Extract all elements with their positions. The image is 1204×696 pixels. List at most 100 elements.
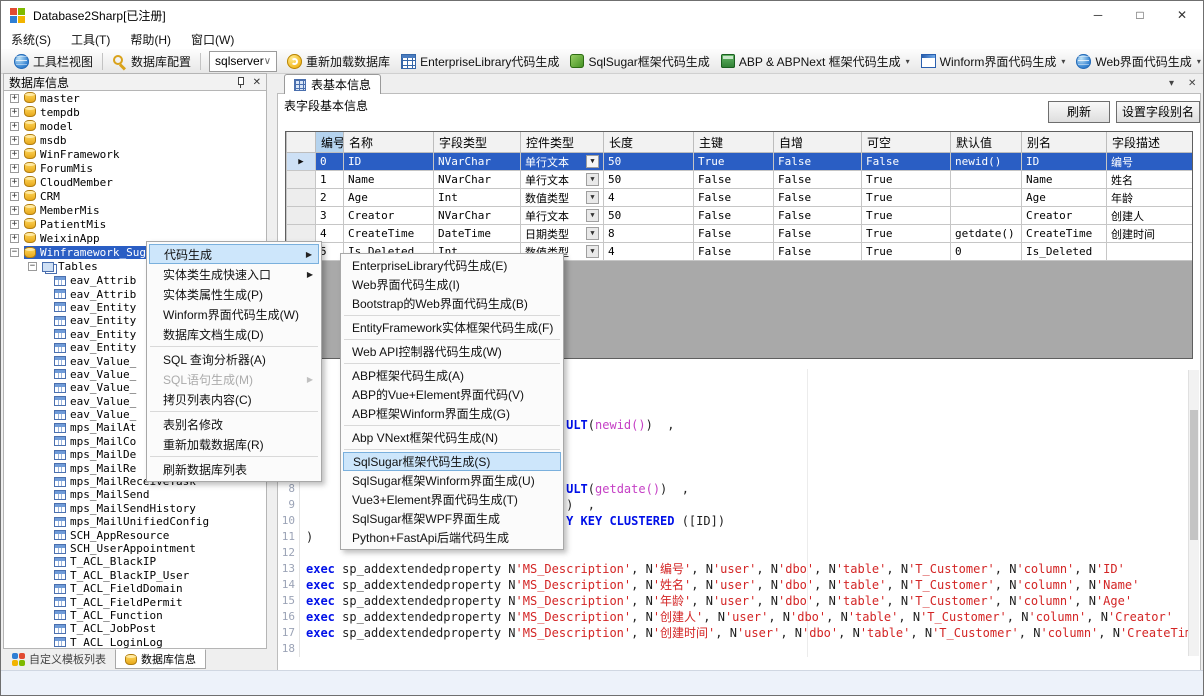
expand-toggle[interactable]: + — [10, 234, 19, 243]
menubar-item[interactable]: 系统(S) — [1, 29, 61, 49]
grid-cell[interactable]: NVarChar — [434, 153, 521, 171]
grid-cell[interactable]: False — [862, 153, 951, 171]
grid-cell[interactable]: 4 — [604, 243, 694, 261]
grid-cell[interactable]: 1 — [316, 171, 344, 189]
row-selector[interactable]: ▶ — [287, 153, 316, 171]
grid-cell[interactable]: 0 — [951, 243, 1022, 261]
combo-dropdown-icon[interactable]: ▼ — [586, 245, 599, 258]
tree-item-table[interactable]: mps_MailSend — [4, 488, 266, 501]
grid-column-header[interactable]: 主键 — [694, 132, 774, 153]
context-menu-item[interactable]: 刷新数据库列表 — [149, 459, 319, 479]
grid-cell[interactable]: False — [774, 171, 862, 189]
grid-cell[interactable] — [1107, 243, 1194, 261]
combo-dropdown-icon[interactable]: ▼ — [586, 173, 599, 186]
context-menu-item[interactable]: 拷贝列表内容(C) — [149, 389, 319, 409]
grid-cell[interactable]: True — [694, 153, 774, 171]
expand-toggle[interactable]: + — [10, 192, 19, 201]
grid-cell[interactable]: Creator — [344, 207, 434, 225]
grid-cell[interactable]: True — [862, 243, 951, 261]
grid-cell[interactable]: 创建人 — [1107, 207, 1194, 225]
submenu-item[interactable]: ABP框架Winform界面生成(G) — [343, 404, 561, 423]
expand-toggle[interactable]: + — [10, 136, 19, 145]
grid-cell[interactable]: ID — [344, 153, 434, 171]
tree-item-table[interactable]: T_ACL_Function — [4, 609, 266, 622]
toolbar-button[interactable]: Web界面代码生成▾ — [1071, 51, 1204, 72]
combo-dropdown-icon[interactable]: ▼ — [586, 209, 599, 222]
grid-cell[interactable]: 单行文本▼ — [521, 207, 604, 225]
doc-tabs-close-icon[interactable]: ✕ — [1188, 78, 1196, 89]
context-menu-item[interactable]: 实体类属性生成(P) — [149, 284, 319, 304]
grid-cell[interactable]: NVarChar — [434, 207, 521, 225]
grid-column-header[interactable]: 编号 — [316, 132, 344, 153]
grid-cell[interactable]: True — [862, 189, 951, 207]
grid-cell[interactable]: Name — [1022, 171, 1107, 189]
grid-cell[interactable]: Age — [1022, 189, 1107, 207]
menubar-item[interactable]: 窗口(W) — [181, 29, 244, 49]
toolbar-button[interactable]: SqlSugar框架代码生成 — [565, 51, 714, 72]
tree-item-table[interactable]: T_ACL_FieldDomain — [4, 582, 266, 595]
grid-column-header[interactable]: 字段描述 — [1107, 132, 1194, 153]
grid-cell[interactable]: DateTime — [434, 225, 521, 243]
grid-cell[interactable]: 编号 — [1107, 153, 1194, 171]
scrollbar-thumb[interactable] — [1190, 410, 1198, 540]
grid-cell[interactable]: 单行文本▼ — [521, 171, 604, 189]
expand-toggle[interactable]: + — [10, 206, 19, 215]
expand-toggle[interactable]: + — [10, 108, 19, 117]
submenu-item[interactable]: SqlSugar框架Winform界面生成(U) — [343, 471, 561, 490]
grid-cell[interactable]: False — [774, 225, 862, 243]
context-menu-item[interactable]: 表别名修改 — [149, 414, 319, 434]
context-menu-item[interactable]: SQL 查询分析器(A) — [149, 349, 319, 369]
row-selector[interactable] — [287, 189, 316, 207]
submenu-item[interactable]: Web API控制器代码生成(W) — [343, 342, 561, 361]
grid-cell[interactable]: newid() — [951, 153, 1022, 171]
toolbar-button[interactable]: EnterpriseLibrary代码生成 — [396, 51, 564, 72]
toolbar-button[interactable]: 工具栏视图 — [9, 51, 98, 72]
collapse-toggle[interactable]: − — [28, 262, 37, 271]
grid-cell[interactable]: Creator — [1022, 207, 1107, 225]
expand-toggle[interactable]: + — [10, 164, 19, 173]
set-field-alias-button[interactable]: 设置字段别名 — [1116, 101, 1200, 123]
grid-cell[interactable]: 4 — [316, 225, 344, 243]
context-menu-item[interactable]: Winform界面代码生成(W) — [149, 304, 319, 324]
toolbar-button[interactable]: 数据库配置 — [107, 51, 196, 72]
context-menu-item[interactable]: SQL语句生成(M)▶ — [149, 369, 319, 389]
context-menu-item[interactable]: 代码生成▶ — [149, 244, 319, 264]
collapse-toggle[interactable]: − — [10, 248, 19, 257]
expand-toggle[interactable]: + — [10, 94, 19, 103]
pin-icon[interactable] — [236, 77, 245, 88]
submenu-item[interactable]: Bootstrap的Web界面代码生成(B) — [343, 294, 561, 313]
grid-cell[interactable]: getdate() — [951, 225, 1022, 243]
context-menu-item[interactable]: 数据库文档生成(D) — [149, 324, 319, 344]
grid-cell[interactable]: Name — [344, 171, 434, 189]
row-selector[interactable] — [287, 207, 316, 225]
grid-cell[interactable]: 2 — [316, 189, 344, 207]
grid-cell[interactable]: 50 — [604, 153, 694, 171]
minimize-icon[interactable]: ─ — [1077, 1, 1119, 29]
tree-item-table[interactable]: SCH_UserAppointment — [4, 542, 266, 555]
grid-cell[interactable] — [951, 171, 1022, 189]
tree-item-table[interactable]: T_ACL_LoginLog — [4, 636, 266, 649]
grid-cell[interactable]: ID — [1022, 153, 1107, 171]
submenu-item[interactable]: ABP框架代码生成(A) — [343, 366, 561, 385]
grid-column-header[interactable]: 字段类型 — [434, 132, 521, 153]
grid-column-header[interactable]: 长度 — [604, 132, 694, 153]
doc-tabs-dropdown-icon[interactable]: ▾ — [1169, 78, 1174, 89]
panel-tab[interactable]: 数据库信息 — [115, 649, 206, 669]
grid-cell[interactable]: 数值类型▼ — [521, 189, 604, 207]
grid-cell[interactable]: False — [694, 189, 774, 207]
grid-column-header[interactable]: 控件类型 — [521, 132, 604, 153]
grid-cell[interactable]: False — [774, 189, 862, 207]
tree-item-table[interactable]: T_ACL_JobPost — [4, 622, 266, 635]
grid-column-header[interactable]: 自增 — [774, 132, 862, 153]
tab-table-basic-info[interactable]: 表基本信息 — [284, 74, 381, 94]
panel-tab[interactable]: 自定义模板列表 — [3, 649, 115, 669]
expand-toggle[interactable]: + — [10, 122, 19, 131]
tree-item-table[interactable]: mps_MailUnifiedConfig — [4, 515, 266, 528]
submenu-item[interactable]: ABP的Vue+Element界面代码(V) — [343, 385, 561, 404]
expand-toggle[interactable]: + — [10, 220, 19, 229]
context-menu-item[interactable]: 重新加载数据库(R) — [149, 434, 319, 454]
grid-cell[interactable]: 年龄 — [1107, 189, 1194, 207]
grid-cell[interactable]: 单行文本▼ — [521, 153, 604, 171]
combo-dropdown-icon[interactable]: ▼ — [586, 191, 599, 204]
maximize-icon[interactable]: □ — [1119, 1, 1161, 29]
